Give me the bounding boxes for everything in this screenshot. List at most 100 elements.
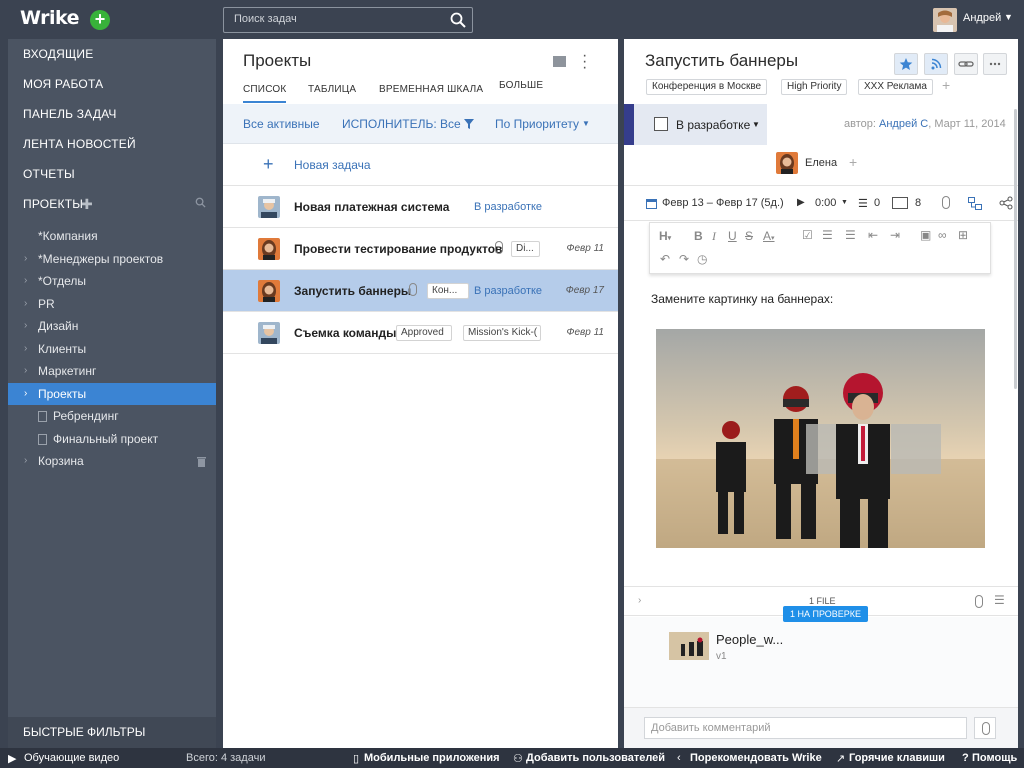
file-thumbnail[interactable]	[669, 632, 709, 660]
chevron-right-icon[interactable]: ›	[24, 383, 27, 405]
task-title[interactable]: Запустить баннеры	[645, 51, 798, 71]
task-tag[interactable]: Mission's Kick-(	[463, 325, 541, 341]
task-row[interactable]: Съемка команды Approved Mission's Kick-(…	[223, 312, 618, 354]
nav-my-work[interactable]: МОЯ РАБОТА	[23, 77, 103, 91]
bold-icon[interactable]: B	[694, 229, 703, 243]
task-tag[interactable]: Di...	[511, 241, 540, 257]
checklist-icon[interactable]: ☑	[802, 228, 813, 242]
task-description[interactable]: Замените картинку на баннерах:	[651, 292, 833, 306]
nav-dashboard[interactable]: ПАНЕЛЬ ЗАДАЧ	[23, 107, 117, 121]
chevron-down-icon[interactable]: ▼	[841, 199, 848, 206]
text-color-icon[interactable]: A▾	[763, 229, 775, 243]
sort-caret-icon[interactable]: ▼	[582, 119, 590, 128]
footer-training-video[interactable]: Обучающие видео	[24, 752, 119, 764]
folder-pr[interactable]: › PR	[8, 293, 216, 315]
avatar[interactable]	[776, 152, 798, 174]
tab-timeline[interactable]: ВРЕМЕННАЯ ШКАЛА	[379, 84, 483, 95]
task-tag[interactable]: XXX Реклама	[858, 79, 933, 95]
image-icon[interactable]: ▣	[920, 228, 931, 242]
footer-recommend[interactable]: Порекомендовать Wrike	[690, 752, 822, 764]
more-options-icon[interactable]: · · ·	[582, 48, 587, 76]
chevron-right-icon[interactable]: ›	[638, 595, 641, 606]
filter-all-active[interactable]: Все активные	[243, 117, 320, 131]
play-icon[interactable]: ▶	[797, 197, 805, 208]
redo-icon[interactable]: ↷	[679, 252, 689, 266]
attachment-icon[interactable]	[942, 196, 950, 209]
link-button[interactable]	[954, 53, 978, 75]
outdent-icon[interactable]: ⇤	[868, 228, 878, 242]
banner-image[interactable]	[656, 329, 985, 548]
trash-icon[interactable]	[197, 456, 206, 467]
assignee-name[interactable]: Елена	[805, 157, 837, 169]
tab-list[interactable]: СПИСОК	[243, 84, 287, 103]
folder-projects[interactable]: › Проекты	[8, 383, 216, 405]
user-avatar[interactable]	[933, 8, 957, 32]
chevron-right-icon[interactable]: ›	[24, 450, 27, 472]
underline-icon[interactable]: U	[728, 229, 737, 243]
task-tag[interactable]: Approved	[396, 325, 452, 341]
chevron-right-icon[interactable]: ›	[24, 248, 27, 270]
folder-trash[interactable]: › Корзина	[8, 450, 216, 472]
task-row[interactable]: Провести тестирование продуктов Di... Фе…	[223, 228, 618, 270]
more-actions-button[interactable]	[983, 53, 1007, 75]
task-tag[interactable]: Конференция в Москве	[646, 79, 768, 95]
indent-icon[interactable]: ⇥	[890, 228, 900, 242]
task-row-selected[interactable]: Запустить баннеры Кон... В разработке Фе…	[223, 270, 618, 312]
quick-filters-button[interactable]: БЫСТРЫЕ ФИЛЬТРЫ	[8, 717, 216, 748]
history-icon[interactable]: ◷	[697, 252, 707, 266]
add-project-icon[interactable]: ✚	[81, 196, 93, 213]
strikethrough-icon[interactable]: S	[745, 229, 753, 243]
table-icon[interactable]: ⊞	[958, 228, 968, 242]
task-row[interactable]: Новая платежная система В разработке	[223, 186, 618, 228]
attachment-icon[interactable]	[975, 595, 983, 608]
search-input[interactable]	[234, 13, 434, 25]
tab-table[interactable]: ТАБЛИЦА	[308, 84, 356, 95]
folder-company[interactable]: *Компания	[8, 225, 216, 247]
sort-by-priority[interactable]: По Приоритету	[495, 117, 579, 131]
undo-icon[interactable]: ↶	[660, 252, 670, 266]
chevron-right-icon[interactable]: ›	[24, 360, 27, 382]
filter-funnel-icon[interactable]	[464, 119, 474, 129]
nav-inbox[interactable]: ВХОДЯЩИЕ	[23, 47, 93, 61]
folder-design[interactable]: › Дизайн	[8, 315, 216, 337]
dependency-icon[interactable]	[968, 197, 982, 210]
tab-more[interactable]: БОЛЬШЕ	[499, 80, 543, 91]
link-icon[interactable]: ∞	[938, 228, 947, 242]
folder-info-icon[interactable]	[553, 56, 566, 67]
create-new-button[interactable]: +	[90, 10, 110, 30]
nav-projects[interactable]: ПРОЕКТЫ	[23, 197, 83, 211]
pages-icon[interactable]	[892, 197, 908, 209]
status-dropdown[interactable]: В разработке ▼	[624, 104, 767, 145]
subtasks-icon[interactable]: ☰	[858, 197, 868, 210]
list-view-icon[interactable]: ☰	[994, 593, 1005, 607]
footer-hotkeys[interactable]: Горячие клавиши	[849, 752, 945, 764]
review-badge[interactable]: 1 НА ПРОВЕРКЕ	[783, 606, 869, 622]
scrollbar[interactable]	[1014, 109, 1017, 389]
chevron-right-icon[interactable]: ›	[24, 338, 27, 360]
author-link[interactable]: Андрей С	[879, 118, 928, 130]
italic-icon[interactable]: I	[712, 229, 716, 244]
wrike-logo[interactable]: Wrike	[20, 7, 80, 29]
project-rebranding[interactable]: Ребрендинг	[8, 405, 216, 427]
new-task-row[interactable]: + Новая задача	[223, 144, 618, 186]
project-final[interactable]: Финальный проект	[8, 428, 216, 450]
chevron-right-icon[interactable]: ›	[24, 315, 27, 337]
search-icon[interactable]	[450, 12, 466, 28]
file-name[interactable]: People_w...	[716, 632, 783, 647]
share-icon[interactable]	[999, 196, 1013, 210]
file-item[interactable]: People_w... v1	[624, 617, 1018, 710]
footer-help[interactable]: Помощь	[972, 752, 1017, 764]
comment-input[interactable]	[644, 717, 967, 739]
ordered-list-icon[interactable]: ☰	[822, 228, 833, 242]
task-tag[interactable]: High Priority	[781, 79, 848, 95]
task-tag[interactable]: Кон...	[427, 283, 469, 299]
nav-reports[interactable]: ОТЧЕТЫ	[23, 167, 75, 181]
chevron-right-icon[interactable]: ›	[24, 293, 27, 315]
nav-news-feed[interactable]: ЛЕНТА НОВОСТЕЙ	[23, 137, 136, 151]
search-projects-icon[interactable]	[195, 197, 206, 208]
folder-clients[interactable]: › Клиенты	[8, 338, 216, 360]
attach-file-button[interactable]	[974, 717, 996, 739]
time-tracker[interactable]: 0:00	[815, 197, 836, 209]
filter-assignee[interactable]: ИСПОЛНИТЕЛЬ: Все	[342, 117, 461, 131]
folder-marketing[interactable]: › Маркетинг	[8, 360, 216, 382]
